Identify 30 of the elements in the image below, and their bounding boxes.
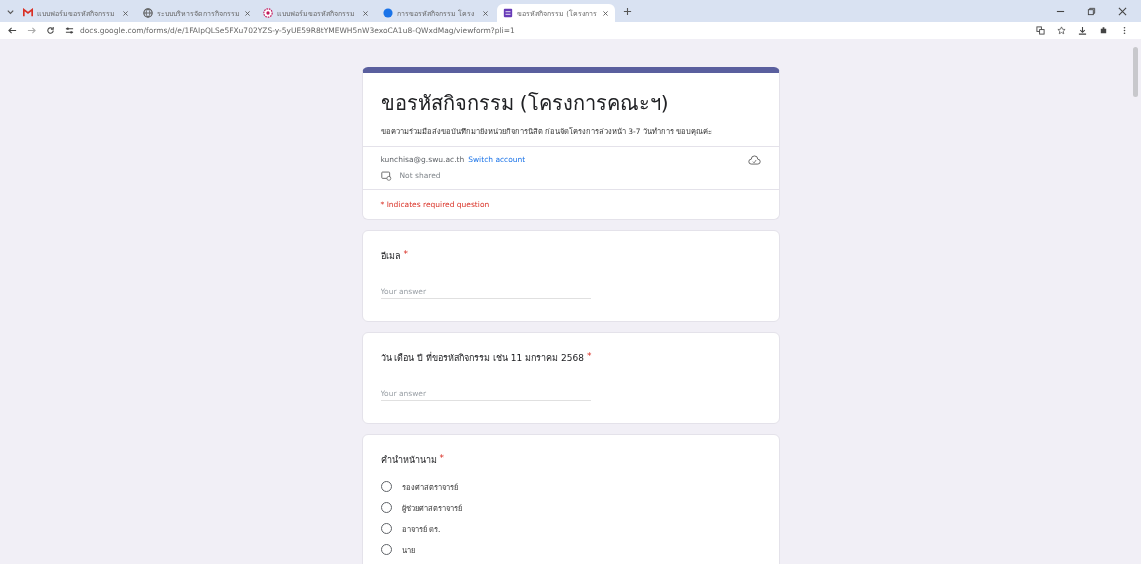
cloud-check-icon (747, 154, 761, 165)
question-label: คำนำหน้านาม (380, 453, 437, 467)
download-icon[interactable] (1078, 26, 1087, 35)
close-icon[interactable] (482, 9, 489, 17)
site-settings-icon[interactable] (65, 26, 74, 35)
required-mark: * (403, 248, 408, 261)
close-icon[interactable] (602, 9, 609, 17)
question-label: อีเมล (380, 249, 401, 263)
scrollbar-thumb[interactable] (1133, 47, 1138, 97)
restore-icon[interactable] (1087, 6, 1096, 16)
required-mark: * (439, 452, 444, 465)
form-icon (503, 8, 513, 18)
close-icon[interactable] (1118, 6, 1127, 16)
close-icon[interactable] (362, 9, 369, 17)
mail-icon (23, 8, 33, 18)
badge-icon (263, 8, 273, 18)
circle-icon (383, 8, 393, 18)
globe-icon (143, 8, 153, 18)
back-icon[interactable] (8, 26, 17, 35)
bookmark-star-icon[interactable] (1057, 26, 1066, 35)
close-icon[interactable] (244, 9, 251, 17)
extensions-icon[interactable] (1099, 26, 1108, 35)
reload-icon[interactable] (46, 26, 55, 35)
new-tab-icon[interactable] (623, 6, 632, 16)
required-mark: * (586, 350, 592, 363)
close-icon[interactable] (122, 9, 129, 17)
translate-icon[interactable] (1036, 26, 1045, 35)
form-title: ขอรหัสกิจกรรม (โครงการคณะฯ) (380, 90, 670, 117)
question-label: วัน เดือน ปี ที่ขอรหัสกิจกรรม เช่น 11 มกราคม 2568 (380, 351, 584, 365)
not-shared-icon (380, 170, 392, 181)
